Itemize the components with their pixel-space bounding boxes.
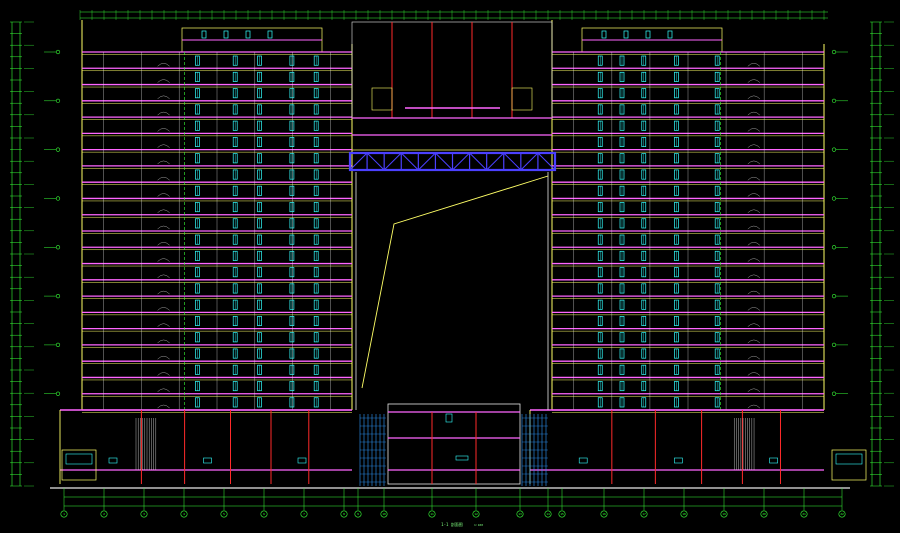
axis-label: 11 [430,512,434,516]
drawing-title: 1-1 剖面图 [441,521,463,527]
axis-label: 17 [642,512,646,516]
axis-label: 7 [303,512,305,516]
axis-label: 18 [682,512,686,516]
axis-label: 4 [183,512,185,516]
axis-label: 22 [840,512,844,516]
axis-label: 6 [263,512,265,516]
axis-label: 14 [546,512,550,516]
cad-section-drawing: 1 2 3 4 5 6 7 8 9 10 11 12 13 14 15 16 17 18 19 20 21 22 1-1 … [0,0,900,533]
axis-label: 12 [474,512,478,516]
axis-label: 3 [143,512,145,516]
axis-label: 8 [343,512,345,516]
axis-label: 2 [103,512,105,516]
left-elevation-dimensions [10,21,34,487]
axis-label: 20 [762,512,766,516]
axis-label: 10 [382,512,386,516]
axis-label: 15 [560,512,564,516]
drawing-scale: 1:100 [474,523,483,527]
drawing-background [0,0,900,533]
right-elevation-dimensions [870,21,894,487]
axis-label: 13 [518,512,522,516]
axis-label: 5 [223,512,225,516]
axis-label: 19 [722,512,726,516]
axis-label: 9 [357,512,359,516]
axis-label: 1 [63,512,65,516]
axis-label: 16 [602,512,606,516]
axis-label: 21 [802,512,806,516]
